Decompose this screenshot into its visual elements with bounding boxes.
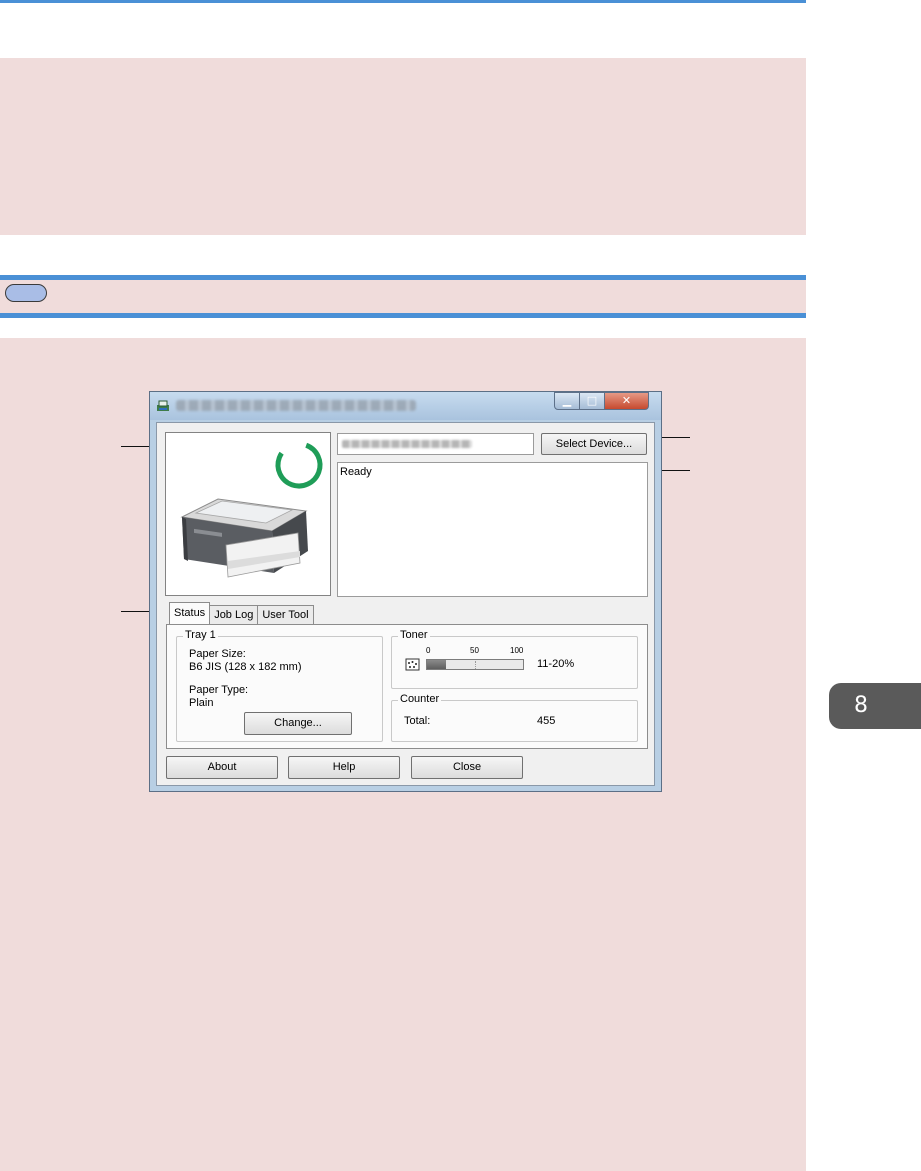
window-controls: ▁ □ ✕ [554, 392, 649, 412]
top-rule [0, 0, 806, 3]
window-title-blurred [176, 400, 416, 411]
paper-type-value: Plain [189, 697, 214, 709]
window-client-area: Select Device... Ready Status Job Log Us… [156, 422, 655, 786]
toner-level-fill [427, 660, 447, 669]
status-message: Ready [340, 466, 372, 478]
app-icon [157, 400, 169, 411]
close-button[interactable]: Close [411, 756, 523, 779]
toner-icon [405, 658, 420, 671]
toner-bar-midline [475, 661, 476, 669]
tray-group: Tray 1 Paper Size: B6 JIS (128 x 182 mm)… [176, 629, 383, 742]
tray-group-title: Tray 1 [183, 629, 218, 641]
monitor-window: ▁ □ ✕ Select Device... Ready Status Job … [149, 391, 662, 792]
counter-group-title: Counter [398, 693, 442, 705]
select-device-button[interactable]: Select Device... [541, 433, 647, 455]
printer-image-panel [165, 432, 331, 596]
status-tab-panel: Tray 1 Paper Size: B6 JIS (128 x 182 mm)… [166, 624, 648, 749]
tab-strip: Status Job Log User Tool [169, 602, 314, 625]
tab-job-log[interactable]: Job Log [209, 605, 259, 625]
close-window-button[interactable]: ✕ [605, 392, 649, 410]
device-name-blurred [342, 440, 472, 448]
status-message-box: Ready [337, 462, 648, 597]
toner-group-title: Toner [398, 629, 430, 641]
status-ring-icon [275, 441, 323, 489]
content-block-top [0, 58, 806, 235]
chapter-tab: 8 [829, 683, 921, 729]
change-button[interactable]: Change... [244, 712, 352, 735]
paper-size-label: Paper Size: [189, 648, 246, 660]
toner-scale-50: 50 [470, 646, 479, 655]
toner-scale-100: 100 [510, 646, 524, 655]
title-bar[interactable]: ▁ □ ✕ [150, 392, 661, 420]
counter-total-value: 455 [537, 715, 556, 727]
tab-status[interactable]: Status [169, 602, 211, 625]
maximize-button[interactable]: □ [580, 392, 605, 410]
paper-type-label: Paper Type: [189, 684, 249, 696]
counter-total-label: Total: [404, 715, 431, 727]
note-bar [0, 280, 806, 313]
toner-level-text: 11-20% [537, 658, 575, 670]
counter-group: Counter Total: 455 [391, 693, 638, 742]
about-button[interactable]: About [166, 756, 278, 779]
device-name-field[interactable] [337, 433, 534, 455]
note-icon [5, 284, 47, 302]
chapter-number: 8 [854, 693, 868, 718]
toner-level-bar [426, 659, 524, 670]
paper-size-value: B6 JIS (128 x 182 mm) [189, 661, 302, 673]
tab-user-tool[interactable]: User Tool [257, 605, 314, 625]
note-bar-bottom-rule [0, 313, 806, 318]
toner-group: Toner 0 50 100 11-20% [391, 629, 638, 689]
help-button[interactable]: Help [288, 756, 400, 779]
printer-image [180, 441, 323, 578]
toner-scale-0: 0 [426, 646, 431, 655]
minimize-button[interactable]: ▁ [554, 392, 580, 410]
